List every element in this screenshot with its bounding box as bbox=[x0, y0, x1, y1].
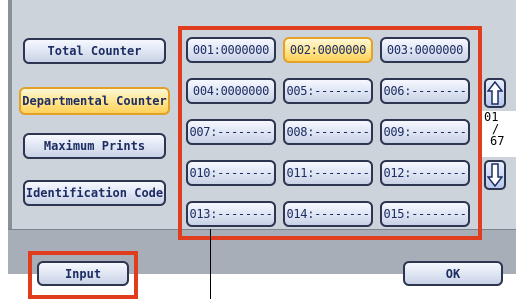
page-indicator: 01 / 67 bbox=[482, 111, 516, 157]
input-button-highlight bbox=[28, 251, 138, 299]
departmental-counter-label: Departmental Counter bbox=[22, 94, 167, 108]
total-counter-button[interactable]: Total Counter bbox=[23, 38, 166, 64]
total-counter-label: Total Counter bbox=[47, 44, 142, 58]
callout-line bbox=[210, 229, 211, 299]
identification-code-button[interactable]: Identification Code bbox=[23, 180, 166, 206]
ok-label: OK bbox=[445, 266, 461, 281]
arrow-up-icon bbox=[487, 81, 503, 105]
ok-button[interactable]: OK bbox=[403, 261, 503, 286]
maximum-prints-label: Maximum Prints bbox=[43, 139, 146, 153]
page-current: 01 bbox=[484, 110, 499, 124]
scroll-down-button[interactable] bbox=[484, 160, 506, 190]
identification-code-label: Identification Code bbox=[25, 186, 164, 200]
scroll-up-button[interactable] bbox=[484, 78, 506, 108]
departmental-counter-button[interactable]: Departmental Counter bbox=[19, 87, 170, 115]
maximum-prints-button[interactable]: Maximum Prints bbox=[23, 133, 166, 159]
arrow-down-icon bbox=[487, 163, 503, 187]
page-total: 67 bbox=[490, 134, 505, 148]
counter-grid-highlight bbox=[178, 26, 482, 240]
